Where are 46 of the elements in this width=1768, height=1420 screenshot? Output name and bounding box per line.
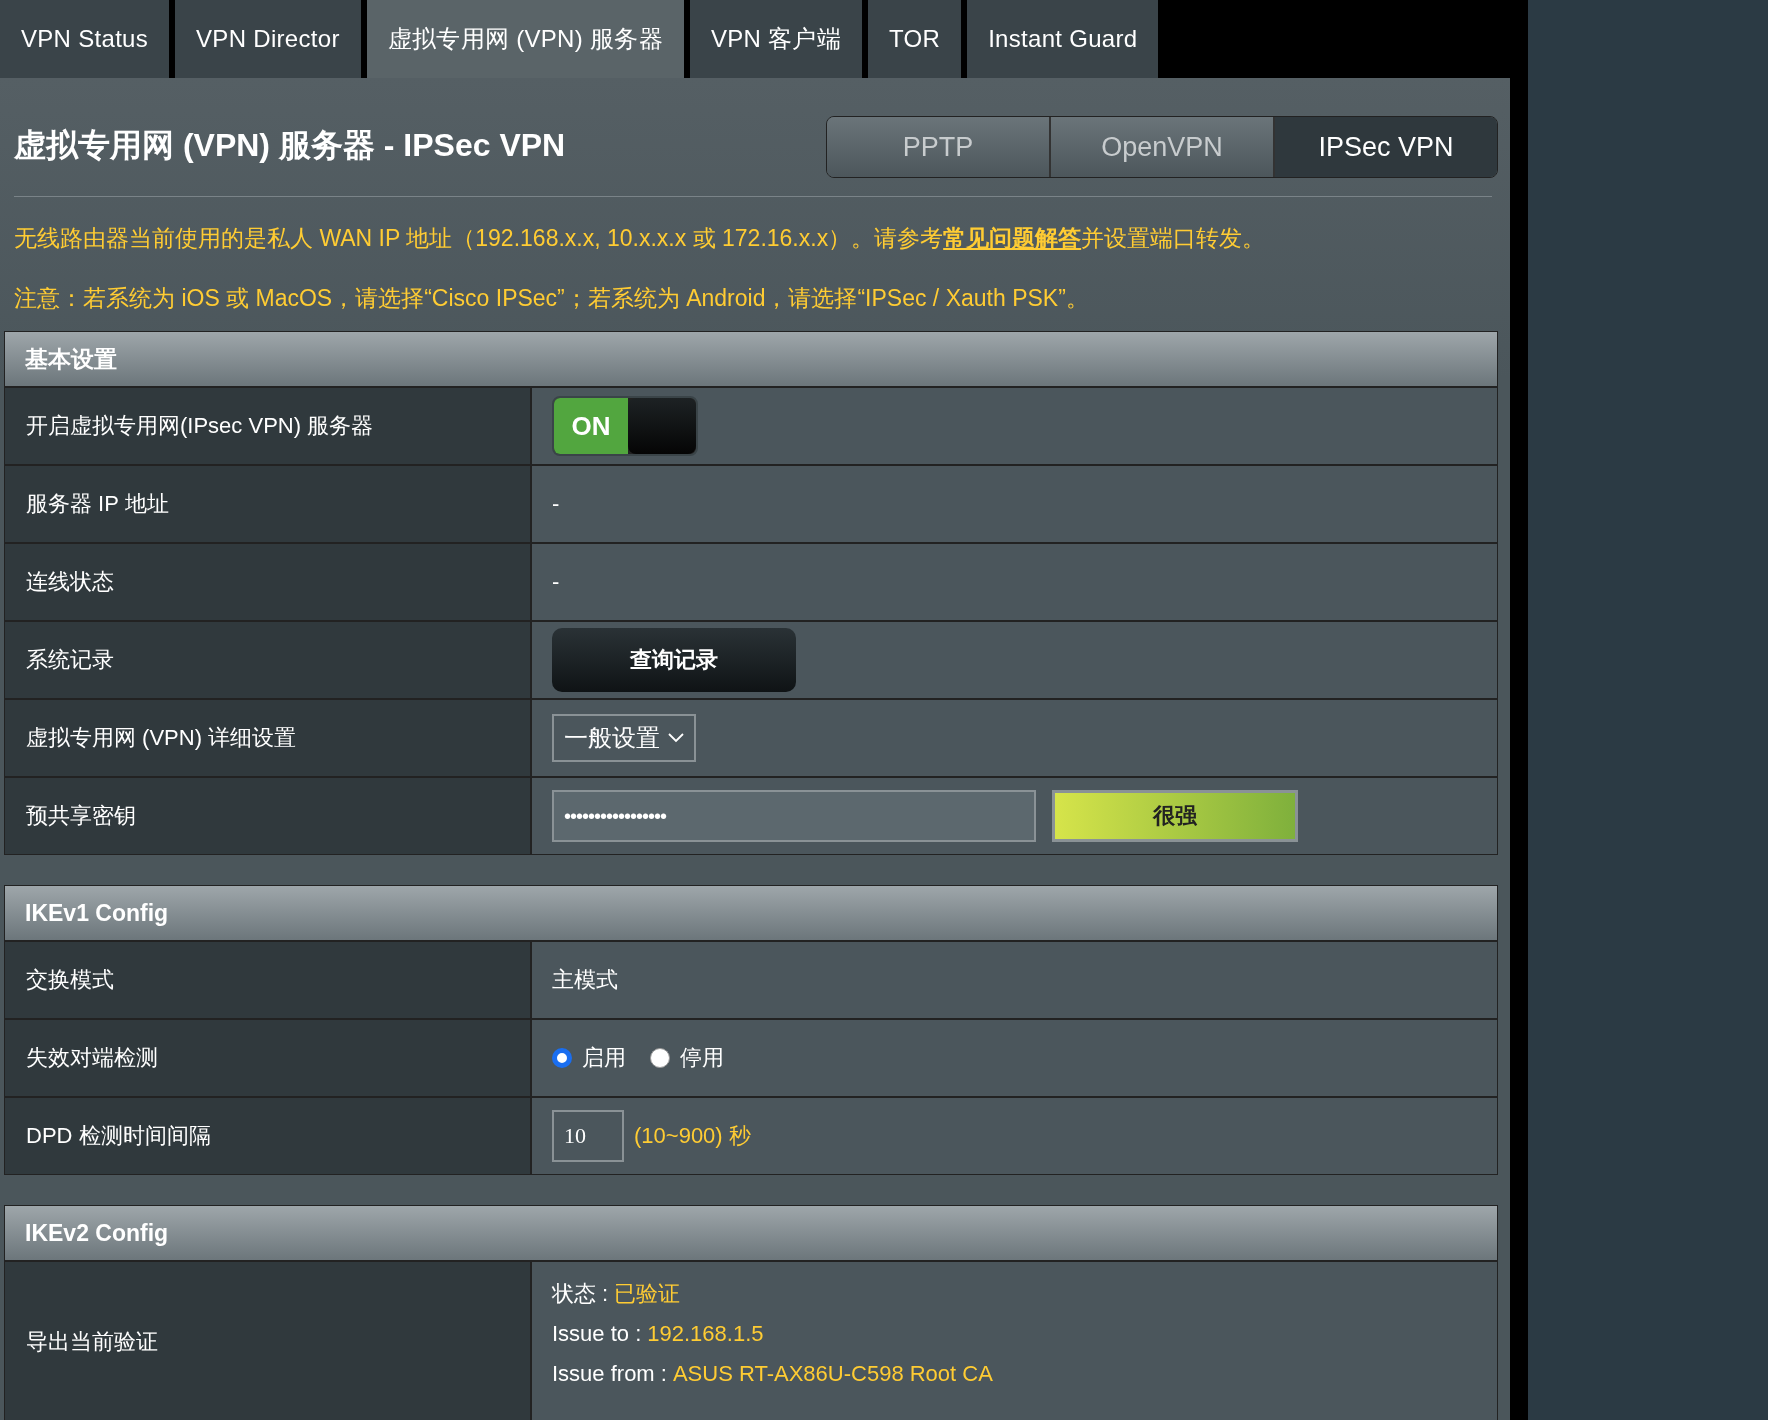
value-text: 主模式 (552, 966, 618, 994)
radio-button[interactable] (552, 1048, 572, 1068)
nav-tab[interactable]: VPN 客户端 (689, 0, 862, 78)
protocol-tab[interactable]: OpenVPN (1051, 117, 1275, 177)
field-label: 虚拟专用网 (VPN) 详细设置 (5, 700, 532, 776)
notice-text: 注意：若系统为 iOS 或 MacOS，请选择“Cisco IPSec”；若系统为 Android，请选择“IPSec / Xauth PSK”。 (13, 284, 1090, 313)
protocol-tab[interactable]: IPSec VPN (1275, 117, 1497, 177)
nav-tab[interactable]: VPN Status (0, 0, 170, 78)
radio-button[interactable] (650, 1048, 670, 1068)
cert-value: 已验证 (614, 1281, 681, 1306)
field-label: 服务器 IP 地址 (5, 466, 532, 542)
interval-field[interactable]: 10 (552, 1110, 624, 1162)
radio-label: 启用 (582, 1044, 626, 1072)
log-button[interactable]: 查询记录 (552, 628, 796, 692)
page-title: 虚拟专用网 (VPN) 服务器 - IPSec VPN (13, 126, 566, 165)
field-label: 连线状态 (5, 544, 532, 620)
section-header: IKEv1 Config (5, 886, 1497, 942)
field-label: 预共享密钥 (5, 778, 532, 854)
cert-label: Issue to : (552, 1321, 642, 1346)
value-text: - (552, 569, 560, 595)
protocol-tab[interactable]: PPTP (827, 117, 1051, 177)
faq-link[interactable]: 常见问题解答 (943, 225, 1082, 251)
settings-dropdown[interactable]: 一般设置 (552, 714, 696, 762)
cert-label: Issue from : (552, 1361, 667, 1386)
field-label: 失效对端检测 (5, 1020, 532, 1096)
field-label: 系统记录 (5, 622, 532, 698)
radio-label: 停用 (680, 1044, 724, 1072)
notice-text: 无线路由器当前使用的是私人 WAN IP 地址（192.168.x.x, 10.x.x.x 或 172.16.x.x）。请参考常见问题解答并设置端口转发。 (13, 224, 1267, 253)
field-label: DPD 检测时间间隔 (5, 1098, 532, 1174)
nav-tab[interactable]: Instant Guard (967, 0, 1159, 78)
range-hint: (10~900) 秒 (634, 1122, 751, 1150)
cert-value: ASUS RT-AX86U-C598 Root CA (672, 1361, 993, 1386)
section-header: 基本设置 (5, 332, 1497, 388)
nav-tab[interactable]: TOR (868, 0, 962, 78)
strength-text: 很强 (1153, 802, 1197, 830)
caret-icon (668, 733, 684, 743)
section-header: IKEv2 Config (5, 1206, 1497, 1262)
cert-label: 状态 : (552, 1281, 609, 1306)
field-label: 交换模式 (5, 942, 532, 1018)
field-label: 导出当前验证 (5, 1262, 532, 1420)
nav-tab[interactable]: VPN Director (175, 0, 361, 78)
password-field[interactable]: ••••••••••••••••• (552, 790, 1036, 842)
field-label: 开启虚拟专用网(IPsec VPN) 服务器 (5, 388, 532, 464)
nav-tab[interactable]: 虚拟专用网 (VPN) 服务器 (366, 0, 684, 78)
value-text: - (552, 491, 560, 517)
cert-value: 192.168.1.5 (647, 1321, 764, 1346)
